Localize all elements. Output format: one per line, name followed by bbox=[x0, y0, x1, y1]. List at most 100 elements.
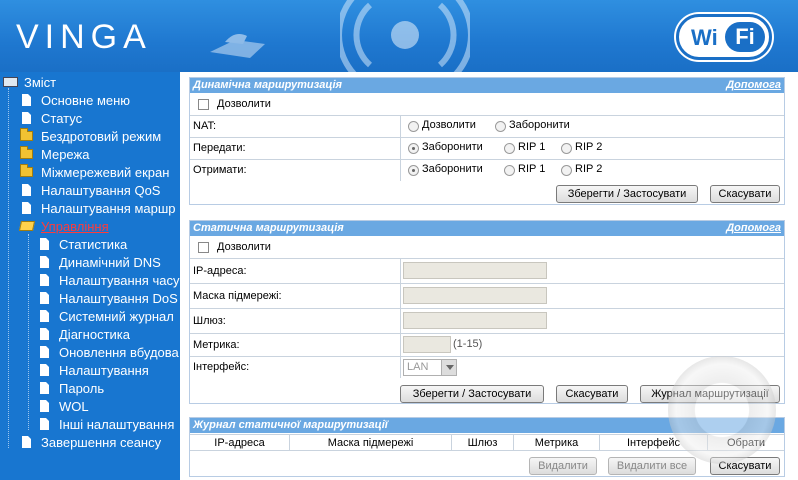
static-save-button[interactable]: Зберегти / Застосувати bbox=[400, 385, 544, 403]
sidebar-item-label: Мережа bbox=[41, 147, 90, 162]
hands-keyboard-icon bbox=[210, 34, 265, 58]
sidebar-item-label: Управління bbox=[41, 219, 109, 234]
transmit-forbid-radio[interactable] bbox=[408, 143, 419, 154]
nat-row: NAT: Дозволити Заборонити bbox=[190, 115, 784, 137]
gateway-label: Шлюз: bbox=[193, 315, 226, 327]
transmit-row: Передати: Заборонити RIP 1 RIP 2 bbox=[190, 137, 784, 159]
mask-row: Маска підмережі: bbox=[190, 283, 784, 308]
doc-icon bbox=[22, 436, 31, 448]
nat-enable-label: Дозволити bbox=[422, 119, 476, 131]
nat-options: Дозволити Заборонити bbox=[400, 116, 784, 137]
panel-title-text: Журнал статичної маршрутизації bbox=[193, 419, 388, 431]
sidebar-item-label: Налаштування QoS bbox=[41, 183, 161, 198]
sidebar-item-label: Статус bbox=[41, 111, 83, 126]
ip-cell bbox=[400, 259, 784, 283]
nat-enable-radio[interactable] bbox=[408, 121, 419, 132]
static-cancel-button[interactable]: Скасувати bbox=[556, 385, 628, 403]
folder-icon bbox=[20, 146, 33, 159]
receive-forbid-label: Заборонити bbox=[422, 163, 483, 175]
dynamic-help-link[interactable]: Допомога bbox=[726, 78, 781, 93]
sidebar-item-label: Налаштування маршр bbox=[41, 201, 176, 216]
sidebar-sub-label: Діагностика bbox=[59, 327, 130, 342]
delete-button[interactable]: Видалити bbox=[529, 457, 597, 475]
chevron-down-icon bbox=[441, 360, 456, 375]
dynamic-routing-title: Динамічна маршрутизація Допомога bbox=[190, 78, 784, 93]
wifi-badge-right: Fi bbox=[725, 22, 765, 52]
receive-rip1-label: RIP 1 bbox=[518, 163, 546, 175]
static-help-link[interactable]: Допомога bbox=[726, 221, 781, 236]
doc-icon bbox=[40, 346, 49, 358]
wifi-badge: Wi Fi bbox=[676, 14, 772, 60]
transmit-rip1-radio[interactable] bbox=[504, 143, 515, 154]
receive-rip2-radio[interactable] bbox=[561, 165, 572, 176]
interface-label: Інтерфейс: bbox=[193, 361, 250, 373]
doc-icon bbox=[22, 202, 31, 214]
transmit-rip2-radio[interactable] bbox=[561, 143, 572, 154]
tree-guide-line bbox=[8, 88, 9, 448]
vinga-logo: VINGA bbox=[16, 18, 152, 56]
wireless-waves-icon bbox=[340, 0, 470, 72]
doc-icon bbox=[40, 292, 49, 304]
doc-icon bbox=[40, 256, 49, 268]
watermark-logo bbox=[668, 356, 776, 464]
ip-row: IP-адреса: bbox=[190, 258, 784, 283]
sidebar-item-label: Міжмережевий екран bbox=[41, 165, 170, 180]
sidebar-sub-label: Оновлення вбудова bbox=[59, 345, 179, 360]
column-header-ip: IP-адреса bbox=[190, 435, 290, 451]
gateway-cell bbox=[400, 309, 784, 333]
gateway-input[interactable] bbox=[403, 312, 547, 329]
interface-select[interactable]: LAN bbox=[403, 359, 457, 376]
nat-disable-label: Заборонити bbox=[509, 119, 570, 131]
column-header-metric: Метрика bbox=[514, 435, 600, 451]
sidebar-item-label: Завершення сеансу bbox=[41, 435, 162, 450]
dynamic-routing-panel: Динамічна маршрутизація Допомога Дозволи… bbox=[189, 77, 785, 205]
doc-icon bbox=[40, 418, 49, 430]
metric-input[interactable] bbox=[403, 336, 451, 353]
doc-icon bbox=[40, 238, 49, 250]
receive-label: Отримати: bbox=[193, 164, 247, 176]
receive-forbid-radio[interactable] bbox=[408, 165, 419, 176]
interface-select-value: LAN bbox=[407, 361, 429, 373]
dynamic-save-button[interactable]: Зберегти / Застосувати bbox=[556, 185, 698, 203]
transmit-forbid-label: Заборонити bbox=[422, 141, 483, 153]
transmit-rip2-label: RIP 2 bbox=[575, 141, 603, 153]
ip-label: IP-адреса: bbox=[193, 265, 247, 277]
sidebar-sub-label: Налаштування bbox=[59, 363, 149, 378]
header-banner: VINGA Wi Fi bbox=[0, 0, 798, 72]
receive-rip2-label: RIP 2 bbox=[575, 163, 603, 175]
sidebar-root-label: Зміст bbox=[24, 75, 57, 90]
gateway-row: Шлюз: bbox=[190, 308, 784, 333]
dynamic-enable-checkbox[interactable] bbox=[198, 99, 209, 110]
ip-input[interactable] bbox=[403, 262, 547, 279]
doc-icon bbox=[40, 274, 49, 286]
receive-options: Заборонити RIP 1 RIP 2 bbox=[400, 160, 784, 181]
panel-title-text: Статична маршрутизація bbox=[193, 222, 344, 234]
doc-icon bbox=[40, 364, 49, 376]
sidebar-sub-label: Статистика bbox=[59, 237, 128, 252]
tree-guide-line-sub bbox=[28, 234, 29, 430]
receive-rip1-radio[interactable] bbox=[504, 165, 515, 176]
sidebar-sub-label: Динамічний DNS bbox=[59, 255, 161, 270]
metric-hint: (1-15) bbox=[453, 338, 483, 350]
sidebar-item-label: Основне меню bbox=[41, 93, 131, 108]
doc-icon bbox=[22, 94, 31, 106]
dynamic-enable-row: Дозволити bbox=[190, 93, 784, 115]
dynamic-cancel-button[interactable]: Скасувати bbox=[710, 185, 780, 203]
transmit-rip1-label: RIP 1 bbox=[518, 141, 546, 153]
receive-row: Отримати: Заборонити RIP 1 RIP 2 bbox=[190, 159, 784, 181]
column-header-gateway: Шлюз bbox=[452, 435, 514, 451]
delete-all-button[interactable]: Видалити все bbox=[608, 457, 696, 475]
mask-input[interactable] bbox=[403, 287, 547, 304]
sidebar-sub-label: WOL bbox=[59, 399, 89, 414]
sidebar-sub-label: Пароль bbox=[59, 381, 105, 396]
books-icon bbox=[3, 77, 18, 87]
wifi-badge-left: Wi bbox=[691, 25, 718, 50]
static-enable-checkbox[interactable] bbox=[198, 242, 209, 253]
doc-icon bbox=[22, 112, 31, 124]
static-enable-label: Дозволити bbox=[217, 241, 271, 253]
doc-icon bbox=[22, 184, 31, 196]
sidebar-tree: Зміст Основне меню Статус Бездротовий ре… bbox=[0, 72, 180, 480]
folder-open-icon bbox=[18, 221, 36, 231]
sidebar-item-label: Бездротовий режим bbox=[41, 129, 162, 144]
nat-disable-radio[interactable] bbox=[495, 121, 506, 132]
